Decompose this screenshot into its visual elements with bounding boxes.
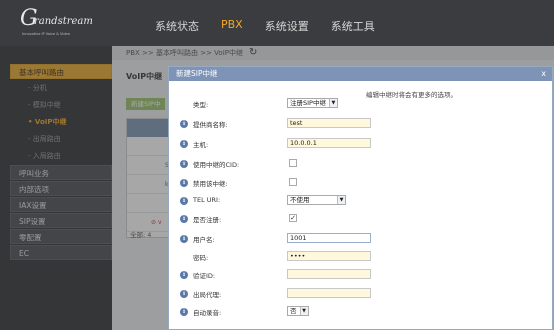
disable-label: 禁用该中继: xyxy=(193,180,228,188)
provider-input[interactable]: test xyxy=(287,118,371,128)
field-host: i 主机: 10.0.0.1 xyxy=(169,138,554,150)
field-outbound-proxy: i 出局代理: xyxy=(169,288,554,300)
nav-system-settings[interactable]: 系统设置 xyxy=(265,18,309,34)
field-register: i 是否注册: ✓ xyxy=(169,213,554,225)
dialog-title: 新建SIP中继 xyxy=(176,69,218,78)
info-icon[interactable]: i xyxy=(180,179,188,187)
auto-record-value: 否 xyxy=(290,307,297,315)
outbound-proxy-input[interactable] xyxy=(287,288,371,298)
info-icon[interactable]: i xyxy=(180,215,188,223)
chevron-down-icon: ▼ xyxy=(299,307,308,315)
type-select[interactable]: 注册SIP中继 ▼ xyxy=(287,98,338,108)
info-icon[interactable]: i xyxy=(180,120,188,128)
auth-id-label: 验证ID: xyxy=(193,272,216,280)
info-icon[interactable]: i xyxy=(180,308,188,316)
info-icon[interactable]: i xyxy=(180,271,188,279)
close-icon[interactable]: x xyxy=(541,67,546,81)
logo-word: randstream xyxy=(34,16,93,27)
auth-id-input[interactable] xyxy=(287,269,371,279)
chevron-down-icon: ▼ xyxy=(328,99,337,107)
chevron-down-icon: ▼ xyxy=(337,196,345,204)
password-label: 密码: xyxy=(193,254,209,262)
field-username: i 用户名: 1001 xyxy=(169,233,554,245)
field-auto-record: i 自动录音: 否 ▼ xyxy=(169,306,554,318)
nav-system-tools[interactable]: 系统工具 xyxy=(331,18,375,34)
field-auth-id: i 验证ID: xyxy=(169,269,554,281)
field-password: 密码: •••• xyxy=(169,251,554,263)
field-use-cid: i 使用中继的CID: xyxy=(169,158,554,170)
dialog-header: 新建SIP中继 x xyxy=(169,67,552,81)
tel-uri-value: 不使用 xyxy=(290,196,310,204)
auto-record-label: 自动录音: xyxy=(193,309,222,317)
nav-pbx[interactable]: PBX xyxy=(221,18,243,34)
tel-uri-label: TEL URI: xyxy=(193,196,221,204)
info-icon[interactable]: i xyxy=(180,235,188,243)
disable-checkbox[interactable] xyxy=(289,178,297,186)
password-input[interactable]: •••• xyxy=(287,251,371,261)
host-label: 主机: xyxy=(193,141,209,149)
provider-label: 提供商名称: xyxy=(193,121,228,129)
top-header: G randstream Innovative IP Voice & Video… xyxy=(0,0,554,46)
use-cid-label: 使用中继的CID: xyxy=(193,161,240,169)
username-label: 用户名: xyxy=(193,236,215,244)
tel-uri-select[interactable]: 不使用 ▼ xyxy=(287,195,346,205)
auto-record-select[interactable]: 否 ▼ xyxy=(287,306,309,316)
field-provider: i 提供商名称: test xyxy=(169,118,554,130)
type-label: 类型: xyxy=(193,101,209,109)
nav-system-status[interactable]: 系统状态 xyxy=(155,18,199,34)
field-tel-uri: i TEL URI: 不使用 ▼ xyxy=(169,195,554,207)
info-icon[interactable]: i xyxy=(180,290,188,298)
username-input[interactable]: 1001 xyxy=(287,233,371,243)
field-disable: i 禁用该中继: xyxy=(169,177,554,189)
type-value: 注册SIP中继 xyxy=(290,99,326,107)
grandstream-logo[interactable]: G randstream Innovative IP Voice & Video xyxy=(20,6,93,40)
outbound-proxy-label: 出局代理: xyxy=(193,291,222,299)
info-icon[interactable]: i xyxy=(180,160,188,168)
use-cid-checkbox[interactable] xyxy=(289,159,297,167)
info-icon[interactable]: i xyxy=(180,140,188,148)
register-label: 是否注册: xyxy=(193,216,222,224)
logo-tagline: Innovative IP Voice & Video xyxy=(22,32,70,36)
info-icon[interactable]: i xyxy=(180,197,188,205)
field-type: 类型: 注册SIP中继 ▼ xyxy=(169,98,554,110)
host-input[interactable]: 10.0.0.1 xyxy=(287,138,371,148)
main-nav: 系统状态 PBX 系统设置 系统工具 xyxy=(155,18,397,34)
new-sip-trunk-dialog: 新建SIP中继 x 编辑中继时将会有更多的选项。 类型: 注册SIP中继 ▼ i … xyxy=(168,66,553,330)
register-checkbox[interactable]: ✓ xyxy=(289,214,297,222)
